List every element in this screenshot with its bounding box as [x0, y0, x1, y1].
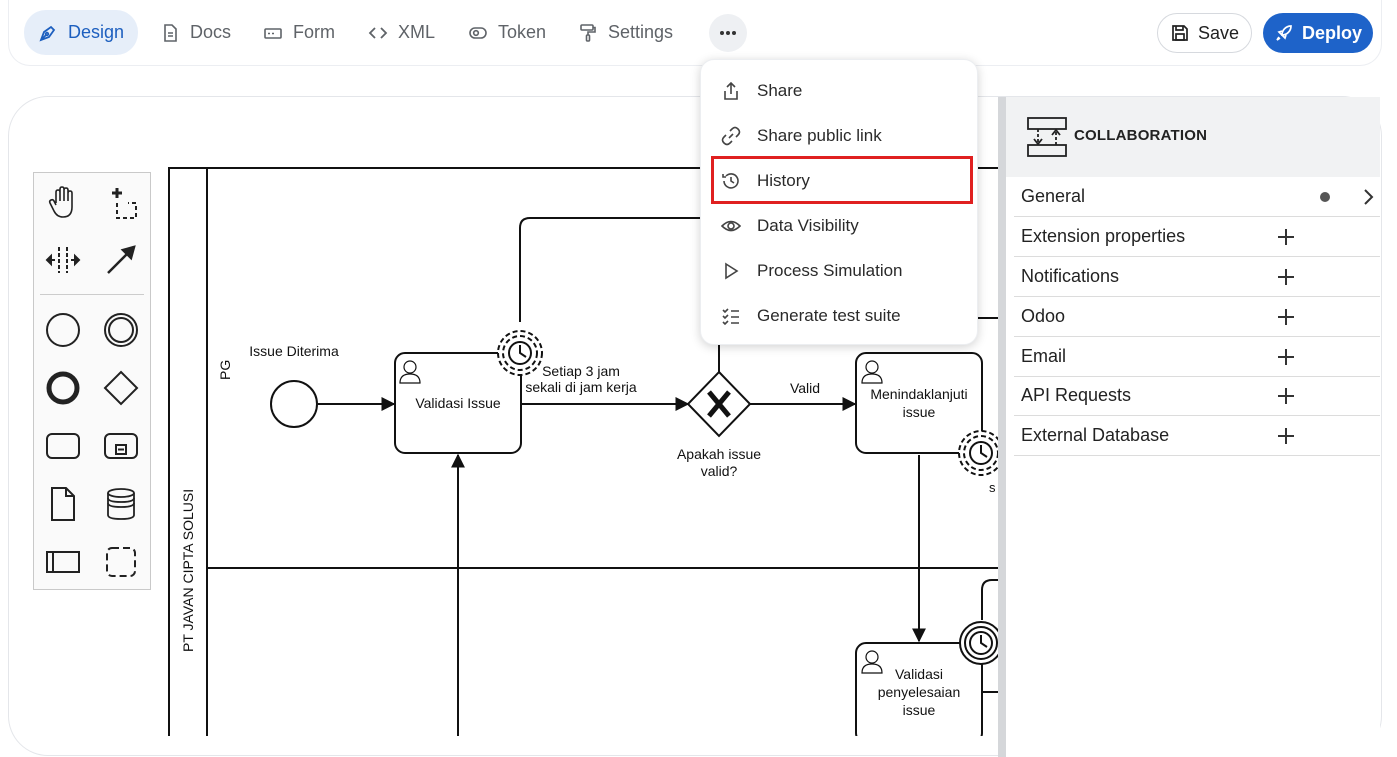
lasso-tool[interactable] — [101, 183, 141, 223]
timer-label-line2: sekali di jam kerja — [525, 379, 636, 395]
menu-item-share-public-link-label: Share public link — [757, 126, 882, 145]
plus-icon[interactable] — [1276, 307, 1296, 327]
save-button[interactable]: Save — [1157, 13, 1252, 53]
group-external-database[interactable]: External Database — [1014, 416, 1380, 456]
group-api-requests-label: API Requests — [1021, 385, 1132, 405]
plus-icon[interactable] — [1276, 227, 1296, 247]
group-odoo-label: Odoo — [1021, 306, 1066, 326]
lane-label: PG — [217, 360, 233, 380]
task-penyelesaian-line1: Validasi — [895, 666, 943, 682]
task-menindaklanjuti-issue[interactable] — [855, 352, 983, 454]
connect-tool[interactable] — [101, 240, 141, 280]
data-indicator-dot — [1320, 192, 1330, 202]
group-email[interactable]: Email — [1014, 337, 1380, 377]
start-event-label: Issue Diterima — [249, 343, 339, 359]
play-icon — [725, 262, 739, 280]
task-penyelesaian-line2: penyelesaian — [878, 684, 961, 700]
task-penyelesaian-line3: issue — [903, 702, 936, 718]
create-end-event[interactable] — [43, 368, 83, 408]
task-validasi-issue-label: Validasi Issue — [415, 395, 501, 411]
create-start-event[interactable] — [43, 310, 83, 350]
start-event[interactable] — [270, 380, 318, 428]
truncated-label: s — [989, 480, 996, 495]
exclusive-gateway[interactable] — [686, 370, 752, 438]
space-tool-icon — [45, 247, 81, 273]
data-object-icon — [51, 487, 75, 521]
create-subprocess[interactable] — [101, 426, 141, 466]
intermediate-event-icon — [104, 313, 138, 347]
group-extension-properties[interactable]: Extension properties — [1014, 217, 1380, 257]
plus-icon[interactable] — [1276, 386, 1296, 406]
menu-item-generate-test-suite-label: Generate test suite — [757, 306, 901, 325]
group-extension-label: Extension properties — [1021, 226, 1186, 246]
hand-tool[interactable] — [43, 183, 83, 223]
gateway-icon — [103, 370, 139, 406]
create-group[interactable] — [101, 542, 141, 582]
rocket-icon — [1276, 25, 1292, 41]
group-notifications[interactable]: Notifications — [1014, 257, 1380, 297]
group-external-database-label: External Database — [1021, 425, 1170, 445]
share-icon — [724, 81, 738, 100]
properties-panel: COLLABORATION General Extension properti… — [998, 97, 1380, 757]
menu-item-share-label: Share — [757, 81, 803, 100]
group-general-label: General — [1021, 186, 1086, 206]
menu-item-share-public-link[interactable]: Share public link — [701, 114, 979, 158]
collaboration-icon — [1027, 117, 1067, 157]
deploy-button[interactable]: Deploy — [1263, 13, 1373, 53]
floppy-disk-icon — [1172, 25, 1188, 41]
create-participant[interactable] — [43, 542, 83, 582]
menu-item-process-simulation[interactable]: Process Simulation — [701, 249, 979, 293]
menu-item-data-visibility-label: Data Visibility — [757, 216, 859, 235]
task-tindak-label-line2: issue — [903, 404, 936, 420]
link-icon — [721, 126, 741, 146]
menu-item-share[interactable]: Share — [701, 69, 979, 113]
gateway-label-line2: valid? — [701, 463, 738, 479]
timer-intermediate-event[interactable] — [959, 621, 998, 665]
data-store-icon — [107, 488, 135, 520]
lasso-tool-icon — [112, 188, 137, 219]
group-odoo[interactable]: Odoo — [1014, 297, 1380, 337]
panel-title: COLLABORATION — [1074, 127, 1208, 144]
plus-icon[interactable] — [1276, 426, 1296, 446]
participant-icon — [46, 551, 80, 573]
task-icon — [46, 433, 80, 459]
create-data-object[interactable] — [43, 484, 83, 524]
menu-item-data-visibility[interactable]: Data Visibility — [701, 204, 979, 248]
deploy-button-label: Deploy — [1301, 22, 1362, 43]
panel-header: COLLABORATION — [1006, 97, 1380, 177]
create-data-store[interactable] — [101, 484, 141, 524]
end-event-icon — [46, 371, 80, 405]
group-icon — [106, 547, 136, 577]
pool-label: PT JAVAN CIPTA SOLUSI — [180, 489, 196, 652]
palette-separator — [40, 294, 144, 295]
chevron-right-icon — [1364, 189, 1374, 205]
connect-tool-icon — [107, 245, 136, 274]
gateway-label-line1: Apakah issue — [677, 446, 761, 462]
create-intermediate-event[interactable] — [101, 310, 141, 350]
menu-item-generate-test-suite[interactable]: Generate test suite — [701, 294, 979, 338]
save-button-label: Save — [1197, 22, 1240, 43]
create-task[interactable] — [43, 426, 83, 466]
flow-valid-label: Valid — [790, 380, 820, 396]
tool-palette — [33, 172, 151, 590]
plus-icon[interactable] — [1276, 267, 1296, 287]
create-gateway[interactable] — [101, 368, 141, 408]
menu-item-process-simulation-label: Process Simulation — [757, 261, 903, 280]
highlight-box — [711, 156, 973, 204]
timer-boundary-event[interactable] — [497, 330, 543, 376]
timer-label-line1: Setiap 3 jam — [542, 363, 620, 379]
hand-tool-icon — [48, 186, 73, 218]
group-notifications-label: Notifications — [1021, 266, 1120, 286]
group-api-requests[interactable]: API Requests — [1014, 376, 1380, 416]
subprocess-icon — [104, 433, 138, 459]
space-tool[interactable] — [43, 240, 83, 280]
eye-icon — [721, 220, 741, 232]
task-tindak-label-line1: Menindaklanjuti — [870, 386, 967, 402]
plus-icon[interactable] — [1276, 347, 1296, 367]
start-event-icon — [46, 313, 80, 347]
checklist-icon — [722, 308, 739, 326]
group-general[interactable]: General — [1014, 177, 1380, 217]
group-email-label: Email — [1021, 346, 1067, 366]
